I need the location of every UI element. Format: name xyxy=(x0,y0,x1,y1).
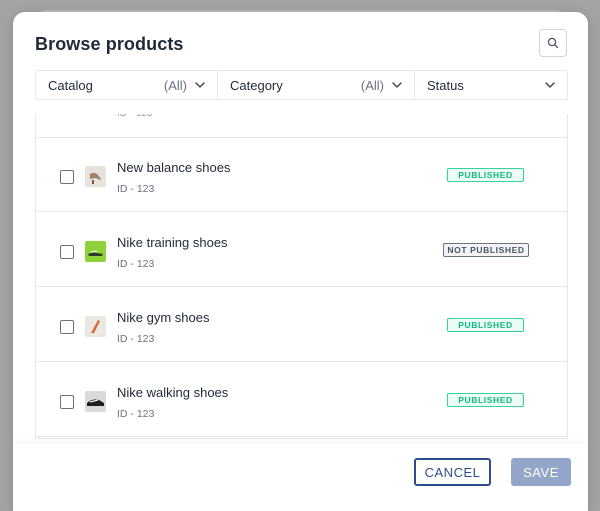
row-checkbox[interactable] xyxy=(60,170,74,184)
table-row[interactable]: Nike training shoes ID - 123 NOT PUBLISH… xyxy=(36,213,567,287)
catalog-filter[interactable]: Catalog (All) xyxy=(36,71,218,99)
filter-bar: Catalog (All) Category (All) Status xyxy=(35,70,568,100)
catalog-filter-value: (All) xyxy=(163,77,187,93)
status-badge: PUBLISHED xyxy=(447,168,524,182)
category-filter-label: Category xyxy=(230,77,283,93)
product-name: New balance shoes xyxy=(117,160,231,175)
status-badge: NOT PUBLISHED xyxy=(443,243,529,257)
save-button[interactable]: SAVE xyxy=(511,458,571,486)
product-thumbnail xyxy=(85,316,106,337)
product-name: Nike walking shoes xyxy=(117,385,229,400)
product-id: ID - 123 xyxy=(117,408,155,420)
product-id: ID - 123 xyxy=(117,258,155,270)
product-name: Nike gym shoes xyxy=(117,310,210,325)
status-badge: PUBLISHED xyxy=(447,393,524,407)
row-checkbox[interactable] xyxy=(60,395,74,409)
table-row[interactable]: New balance shoes ID - 123 PUBLISHED xyxy=(36,138,567,212)
row-checkbox[interactable] xyxy=(60,320,74,334)
dialog-footer: CANCEL SAVE xyxy=(13,444,588,511)
product-id: ID - 123 xyxy=(117,333,155,345)
product-name: Nike training shoes xyxy=(117,235,228,250)
status-badge: PUBLISHED xyxy=(447,318,524,332)
product-thumbnail xyxy=(85,166,106,187)
search-button[interactable] xyxy=(539,29,567,57)
product-list[interactable]: ID - 123 New balance shoes ID - 123 PUBL… xyxy=(35,114,568,439)
status-filter-label: Status xyxy=(427,77,464,93)
category-filter-value: (All) xyxy=(360,77,384,93)
catalog-filter-label: Catalog xyxy=(48,77,93,93)
row-checkbox[interactable] xyxy=(60,245,74,259)
cancel-button[interactable]: CANCEL xyxy=(414,458,491,486)
table-row[interactable]: Nike gym shoes ID - 123 PUBLISHED xyxy=(36,288,567,362)
category-filter[interactable]: Category (All) xyxy=(218,71,415,99)
chevron-down-icon xyxy=(545,82,555,88)
chevron-down-icon xyxy=(195,82,205,88)
table-row[interactable]: Nike walking shoes ID - 123 PUBLISHED xyxy=(36,363,567,437)
status-filter[interactable]: Status xyxy=(415,71,567,99)
product-thumbnail xyxy=(85,241,106,262)
search-icon xyxy=(547,37,559,49)
product-id: ID - 123 xyxy=(117,183,155,195)
browse-products-dialog: Browse products Catalog (All) Category (… xyxy=(13,12,588,511)
table-row: ID - 123 xyxy=(36,114,567,138)
product-id: ID - 123 xyxy=(117,114,153,119)
product-thumbnail xyxy=(85,391,106,412)
chevron-down-icon xyxy=(392,82,402,88)
dialog-title: Browse products xyxy=(35,34,184,54)
